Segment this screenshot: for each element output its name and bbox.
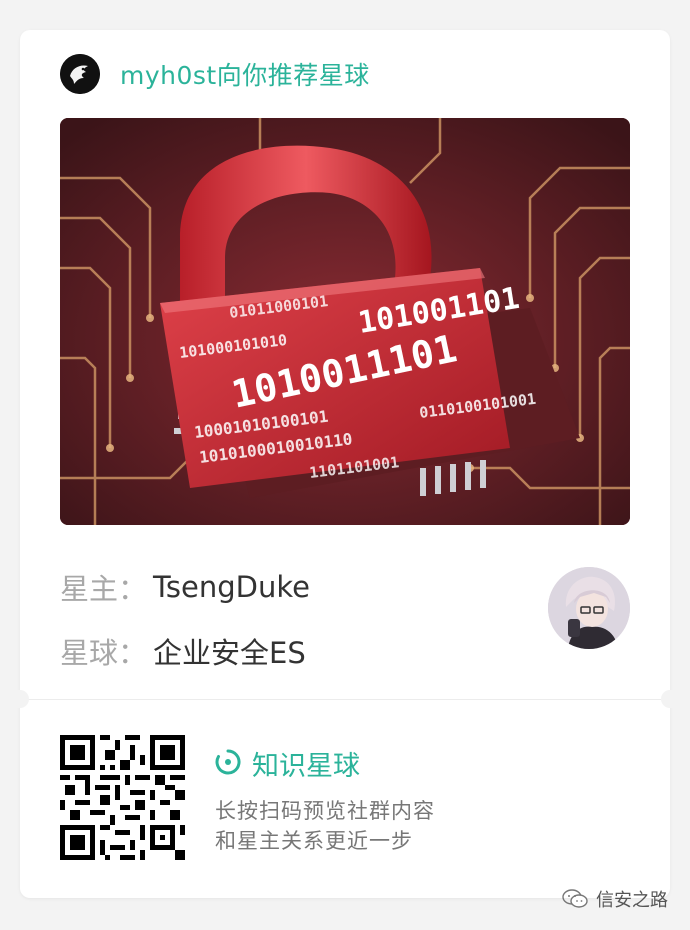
owner-label: 星主：: [60, 572, 148, 606]
card-notch-left: [11, 690, 29, 708]
planet-row: 星球： 企业安全ES: [60, 630, 306, 672]
dragon-logo-icon: [60, 54, 100, 94]
zsxq-logo-icon: [214, 748, 242, 780]
divider: [20, 699, 670, 700]
wechat-icon: [562, 889, 588, 909]
planet-card: myh0st向你推荐星球 01011000101 101001101 10100…: [11, 30, 679, 898]
planet-name[interactable]: 企业安全ES: [153, 630, 306, 672]
card-notch-right: [661, 690, 679, 708]
watermark-text: 信安之路: [596, 890, 668, 911]
qr-code-icon[interactable]: [60, 735, 185, 860]
header: myh0st向你推荐星球: [60, 54, 370, 94]
zsxq-title: 知识星球: [252, 751, 360, 782]
zsxq-brand: 知识星球: [214, 744, 360, 783]
avatar[interactable]: [548, 567, 630, 649]
scan-desc-line2: 和星主关系更近一步: [215, 829, 413, 853]
watermark: 信安之路: [562, 886, 668, 912]
hero-image: 01011000101 101001101 101000101010 10100…: [60, 118, 630, 525]
scan-desc-line1: 长按扫码预览社群内容: [215, 799, 435, 823]
planet-label: 星球：: [60, 636, 148, 670]
owner-name[interactable]: TsengDuke: [153, 570, 310, 604]
header-title: myh0st向你推荐星球: [120, 61, 370, 90]
red-padlock-circuit-image: 01011000101 101001101 101000101010 10100…: [60, 118, 630, 525]
card-top: myh0st向你推荐星球 01011000101 101001101 10100…: [20, 30, 670, 700]
owner-row: 星主： TsengDuke: [60, 566, 310, 608]
